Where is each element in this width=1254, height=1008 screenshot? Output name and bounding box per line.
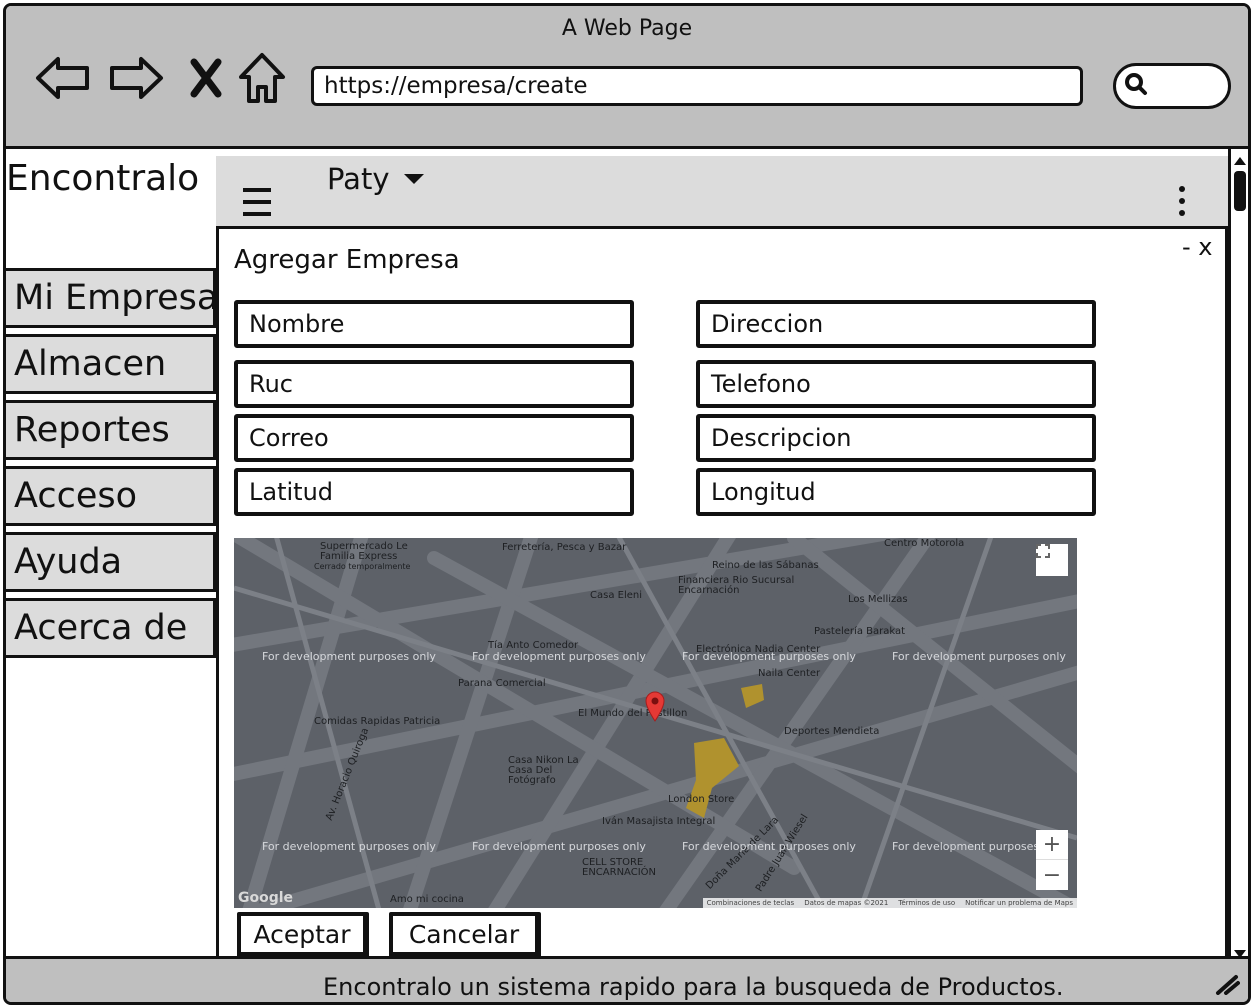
direccion-field[interactable]: Direccion: [696, 300, 1096, 348]
map-terms-link[interactable]: Términos de uso: [898, 899, 955, 907]
map-footer: Combinaciones de teclas Datos de mapas ©…: [702, 898, 1077, 908]
sidebar-item-label: Acceso: [14, 476, 137, 516]
more-options-icon[interactable]: [1178, 186, 1186, 216]
url-text: https://empresa/create: [324, 73, 588, 99]
add-company-dialog: Agregar Empresa - x Nombre Direccion Ruc…: [216, 226, 1228, 966]
sidebar-item-label: Acerca de: [14, 608, 188, 648]
dialog-close-button[interactable]: - x: [1182, 233, 1213, 261]
sidebar-item-acceso[interactable]: Acceso: [6, 466, 216, 526]
ruc-field[interactable]: Ruc: [234, 360, 634, 408]
sidebar-item-label: Ayuda: [14, 542, 123, 582]
zoom-out-button[interactable]: −: [1036, 860, 1068, 890]
chevron-down-icon: [403, 174, 424, 184]
nombre-field[interactable]: Nombre: [234, 300, 634, 348]
sidebar-item-label: Almacen: [14, 344, 167, 384]
sidebar-item-mi-empresa[interactable]: Mi Empresa: [6, 268, 219, 328]
resize-grip-icon[interactable]: [1214, 973, 1240, 1001]
dialog-title: Agregar Empresa: [234, 245, 460, 275]
forward-icon[interactable]: [106, 48, 166, 108]
fullscreen-icon[interactable]: [1036, 544, 1068, 576]
window-title: A Web Page: [561, 16, 693, 41]
sidebar-item-label: Reportes: [14, 410, 170, 450]
map-keyboard-shortcuts-link[interactable]: Combinaciones de teclas: [707, 899, 795, 907]
hamburger-menu-icon[interactable]: [243, 188, 273, 216]
telefono-field[interactable]: Telefono: [696, 360, 1096, 408]
status-bar: Encontralo un sistema rapido para la bus…: [6, 956, 1248, 1002]
sidebar-item-reportes[interactable]: Reportes: [6, 400, 216, 460]
scroll-up-icon[interactable]: [1233, 151, 1247, 170]
correo-field[interactable]: Correo: [234, 414, 634, 462]
latitud-field[interactable]: Latitud: [234, 468, 634, 516]
browser-toolbar: A Web Page https://empresa/create: [6, 6, 1248, 149]
status-text: Encontralo un sistema rapido para la bus…: [323, 973, 1064, 1001]
brand-title: Encontralo: [6, 158, 200, 199]
map-data-attribution: Datos de mapas ©2021: [804, 899, 889, 907]
back-icon[interactable]: [33, 48, 93, 108]
sidebar-item-label: Mi Empresa: [14, 278, 219, 318]
app-header: Paty: [216, 156, 1228, 228]
google-logo: Google: [238, 890, 294, 906]
location-map[interactable]: Supermercado Le Familia Express Cerrado …: [234, 538, 1077, 908]
url-bar[interactable]: https://empresa/create: [311, 66, 1083, 106]
sidebar-item-acerca-de[interactable]: Acerca de: [6, 598, 216, 658]
longitud-field[interactable]: Longitud: [696, 468, 1096, 516]
map-report-link[interactable]: Notificar un problema de Maps: [965, 899, 1073, 907]
cancel-button[interactable]: Cancelar: [389, 912, 541, 958]
descripcion-field[interactable]: Descripcion: [696, 414, 1096, 462]
map-watermarks: For development purposes only For develo…: [262, 650, 1066, 853]
browser-window: A Web Page https://empresa/create Encont…: [3, 3, 1251, 1005]
user-menu-dropdown[interactable]: Paty: [327, 162, 424, 196]
sidebar-item-almacen[interactable]: Almacen: [6, 334, 216, 394]
browser-search-box[interactable]: [1113, 63, 1231, 109]
accept-button[interactable]: Aceptar: [237, 912, 369, 958]
vertical-scrollbar[interactable]: [1228, 149, 1248, 959]
sidebar-item-ayuda[interactable]: Ayuda: [6, 532, 216, 592]
scrollbar-thumb[interactable]: [1234, 171, 1246, 211]
zoom-in-button[interactable]: +: [1036, 830, 1068, 860]
user-name: Paty: [327, 162, 390, 196]
search-icon: [1124, 72, 1148, 100]
home-icon[interactable]: [232, 48, 292, 108]
stop-icon[interactable]: [176, 48, 236, 108]
